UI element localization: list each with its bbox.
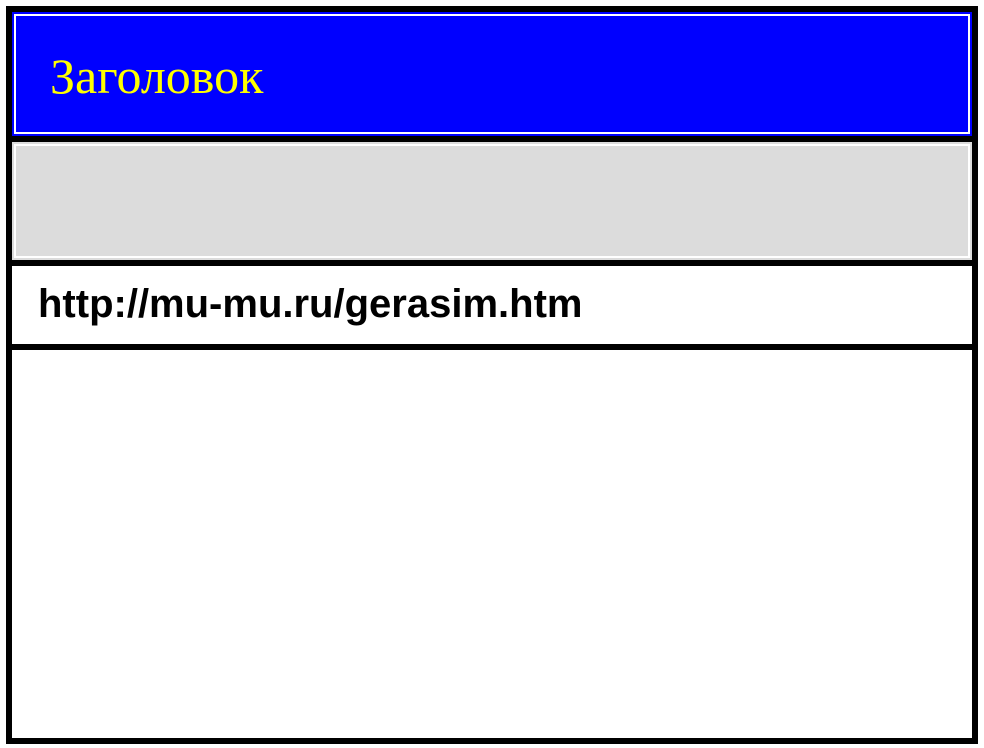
content-area [10,348,974,740]
address-url[interactable]: http://mu-mu.ru/gerasim.htm [38,280,582,328]
toolbar [10,140,974,262]
address-bar[interactable]: http://mu-mu.ru/gerasim.htm [10,264,974,346]
window-title: Заголовок [50,48,264,104]
title-bar: Заголовок [10,10,974,138]
